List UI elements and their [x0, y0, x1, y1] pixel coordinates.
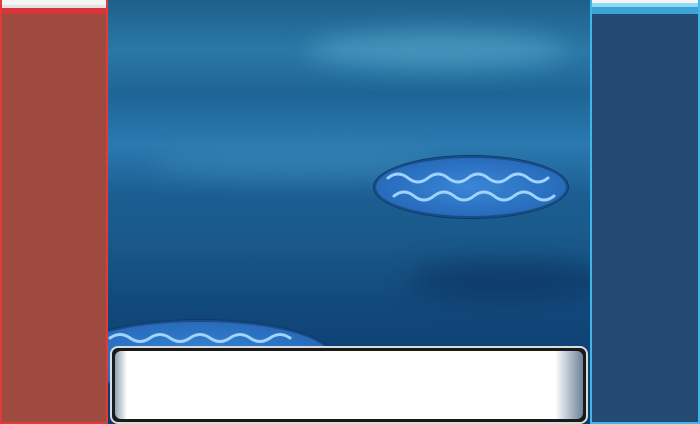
- wave-pattern-icon: [386, 172, 556, 202]
- battle-screen: [0, 0, 700, 424]
- player-side-panel: [0, 0, 108, 424]
- message-box-inner: [115, 351, 583, 419]
- opponent-water-platform: [374, 156, 568, 218]
- player-panel-cap: [2, 0, 106, 14]
- background-haze: [308, 30, 568, 70]
- opponent-side-panel: [590, 0, 700, 424]
- opponent-panel-body: [592, 14, 698, 422]
- battle-message-box[interactable]: [110, 346, 588, 424]
- player-panel-body: [2, 14, 106, 422]
- background-haze: [408, 260, 590, 300]
- opponent-panel-cap: [592, 0, 698, 14]
